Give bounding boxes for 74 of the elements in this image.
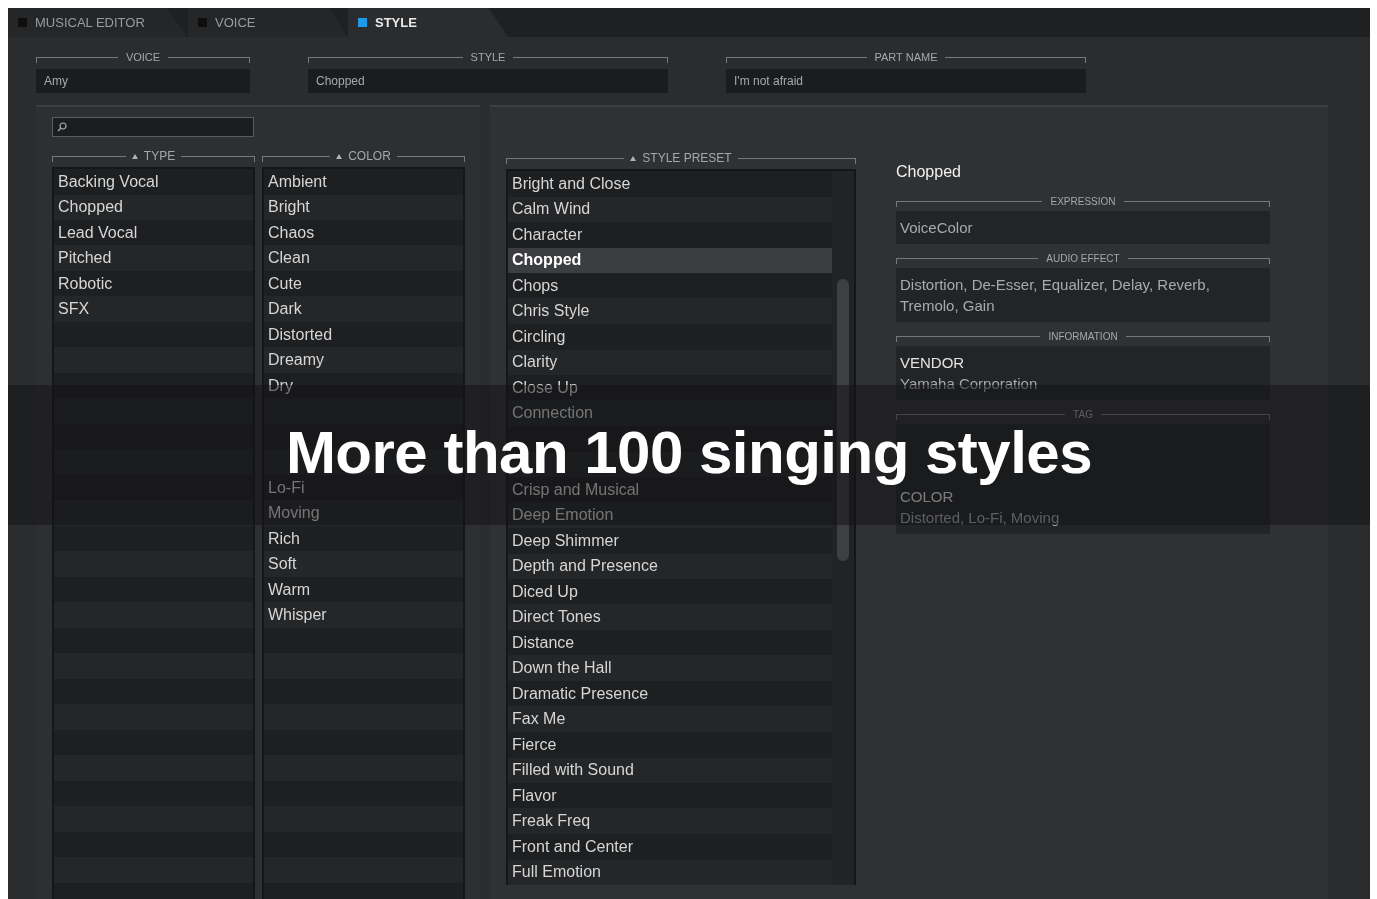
list-item[interactable]: Lead Vocal [54, 220, 253, 246]
list-item[interactable]: Whisper [264, 602, 463, 628]
list-item[interactable]: Chaos [264, 220, 463, 246]
list-item[interactable]: Flavor [508, 783, 832, 809]
column-header[interactable]: COLOR [348, 149, 391, 163]
list-item[interactable]: Fierce [508, 732, 832, 758]
list-item[interactable]: Warm [264, 577, 463, 603]
entry-key: VENDOR [900, 352, 1266, 373]
list-item[interactable]: SFX [54, 296, 253, 322]
list-item[interactable]: Clean [264, 245, 463, 271]
list-item[interactable]: Lo-Fi [264, 475, 463, 501]
list-item[interactable]: Depth and Presence [508, 553, 832, 579]
text-field[interactable]: Chopped [308, 69, 668, 93]
list-item[interactable]: Direct Tones [508, 604, 832, 630]
list-item[interactable]: Chopped [508, 247, 832, 273]
list-item[interactable]: Diced Up [508, 579, 832, 605]
list-item[interactable]: Fax Me [508, 706, 832, 732]
section-label: AUDIO EFFECT [1046, 252, 1120, 264]
section-label: VOICE [125, 51, 161, 63]
column-header[interactable]: TYPE [143, 149, 176, 163]
list-item[interactable]: Close Up [508, 375, 832, 401]
search-icon [57, 122, 67, 132]
section-label: STYLE [470, 51, 506, 63]
search-field[interactable] [52, 117, 254, 137]
list-item[interactable]: Cute [264, 271, 463, 297]
list-item[interactable]: Robotic [54, 271, 253, 297]
list-item[interactable]: Circling [508, 324, 832, 350]
section-label: PART NAME [874, 51, 938, 63]
list-item[interactable]: Deep Emotion [508, 502, 832, 528]
tab[interactable]: STYLE [348, 8, 508, 37]
list-item[interactable]: Pitched [54, 245, 253, 271]
list-item[interactable]: Soft [264, 551, 463, 577]
list-item[interactable]: Clarity [508, 349, 832, 375]
list-item[interactable]: Character [508, 222, 832, 248]
list-item[interactable]: Distance [508, 630, 832, 656]
entry-key: COLOR [900, 486, 1266, 507]
list-item[interactable]: Dreamy [264, 347, 463, 373]
list-item[interactable]: Deep Shimmer [508, 528, 832, 554]
column-header[interactable]: STYLE PRESET [642, 151, 732, 165]
list-item[interactable]: Chris Style [508, 298, 832, 324]
list-item[interactable]: Front and Center [508, 834, 832, 860]
text-field[interactable]: Amy [36, 69, 250, 93]
list-item[interactable]: Chops [508, 273, 832, 299]
list-item[interactable]: Rich [264, 526, 463, 552]
preset-title: Chopped [896, 163, 962, 181]
sort-icon[interactable] [131, 153, 138, 159]
list-item[interactable]: Dark [264, 296, 463, 322]
list-item[interactable]: Calm Wind [508, 196, 832, 222]
text-field[interactable]: I'm not afraid [726, 69, 1086, 93]
list-item[interactable]: Ambient [264, 169, 463, 195]
list-item[interactable]: Freak Freq [508, 808, 832, 834]
tab[interactable]: MUSICAL EDITOR [8, 8, 188, 37]
tab[interactable]: VOICE [188, 8, 348, 37]
list-item[interactable]: Backing Vocal [54, 169, 253, 195]
list-item[interactable]: Dry [264, 373, 463, 399]
list-item[interactable]: Filled with Sound [508, 757, 832, 783]
list-item[interactable]: Bright and Close [508, 171, 832, 197]
list-item[interactable]: Chopped [54, 194, 253, 220]
section-label: TAG [1073, 408, 1093, 420]
list-item[interactable]: Moving [264, 500, 463, 526]
list-item[interactable]: Distorted [264, 322, 463, 348]
list-item[interactable]: Connection [508, 400, 832, 426]
section-label: INFORMATION [1048, 330, 1118, 342]
list-item[interactable]: Down the Hall [508, 655, 832, 681]
detail-value: Distortion, De-Esser, Equalizer, Delay, Reverb, Tremolo, Gain [896, 268, 1270, 322]
sort-icon[interactable] [336, 153, 343, 159]
sort-icon[interactable] [630, 155, 637, 161]
detail-value: VoiceColor [896, 211, 1270, 244]
list-item[interactable]: Dramatic Presence [508, 681, 832, 707]
entry-value: Distorted, Lo-Fi, Moving [900, 508, 1061, 528]
section-label: EXPRESSION [1050, 195, 1116, 207]
list-item[interactable]: Bright [264, 194, 463, 220]
entry-value: Yamaha Corporation [900, 374, 1039, 394]
list-item[interactable]: Full Emotion [508, 859, 832, 885]
